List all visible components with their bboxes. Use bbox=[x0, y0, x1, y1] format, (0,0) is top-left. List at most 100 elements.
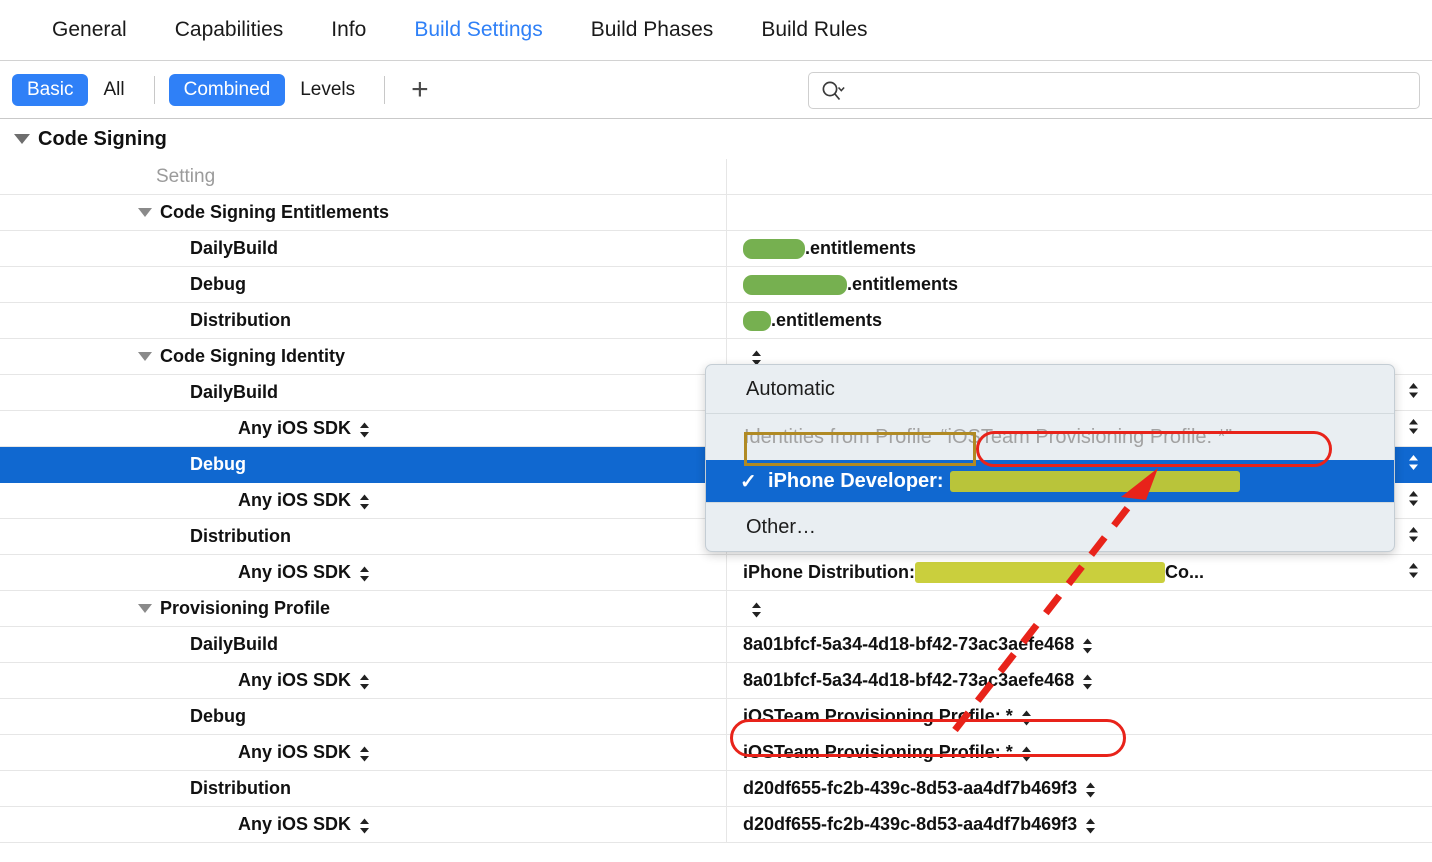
setting-value-cell[interactable]: d20df655-fc2b-439c-8d53-aa4df7b469f3 bbox=[727, 807, 1432, 842]
setting-value-cell[interactable]: .entitlements bbox=[727, 231, 1432, 266]
redacted-value bbox=[915, 562, 1165, 583]
setting-name-label: Any iOS SDK bbox=[238, 418, 351, 439]
sdk-stepper-icon[interactable] bbox=[358, 745, 371, 763]
setting-value-cell[interactable] bbox=[727, 591, 1432, 626]
setting-value-suffix: .entitlements bbox=[805, 238, 916, 259]
disclosure-triangle-icon[interactable] bbox=[138, 352, 152, 361]
disclosure-triangle-icon[interactable] bbox=[138, 604, 152, 613]
table-row[interactable]: Any iOS SDK8a01bfcf-5a34-4d18-bf42-73ac3… bbox=[0, 663, 1432, 699]
setting-value-cell[interactable]: d20df655-fc2b-439c-8d53-aa4df7b469f3 bbox=[727, 771, 1432, 806]
search-icon bbox=[821, 80, 847, 102]
setting-name-cell: Any iOS SDK bbox=[0, 735, 727, 770]
table-row[interactable]: DailyBuild.entitlements bbox=[0, 231, 1432, 267]
value-stepper-icon[interactable] bbox=[1084, 781, 1097, 799]
value-stepper-icon[interactable] bbox=[1407, 417, 1420, 440]
setting-name-cell: Code Signing Entitlements bbox=[0, 195, 727, 230]
setting-value-cell[interactable]: .entitlements bbox=[727, 267, 1432, 302]
setting-name-label: Any iOS SDK bbox=[238, 562, 351, 583]
annotation-ellipse-provisioning-profile-row bbox=[730, 719, 1126, 757]
setting-value-suffix: Co... bbox=[1165, 562, 1204, 583]
redacted-value bbox=[743, 311, 771, 331]
setting-name-label: Code Signing Entitlements bbox=[160, 202, 389, 223]
table-row[interactable]: DailyBuild 8a01bfcf-5a34-4d18-bf42-73ac3a… bbox=[0, 627, 1432, 663]
table-row[interactable]: Provisioning Profile bbox=[0, 591, 1432, 627]
setting-name-label: Any iOS SDK bbox=[238, 490, 351, 511]
table-row[interactable]: Any iOS SDK iPhone Distribution: Co... bbox=[0, 555, 1432, 591]
setting-value-suffix: .entitlements bbox=[771, 310, 882, 331]
menu-item-other[interactable]: Other… bbox=[706, 503, 1394, 551]
setting-value-cell[interactable] bbox=[727, 195, 1432, 230]
project-editor-tab-bar: General Capabilities Info Build Settings… bbox=[0, 0, 1432, 61]
add-setting-button[interactable]: + bbox=[399, 75, 441, 105]
setting-name-cell: Any iOS SDK bbox=[0, 483, 727, 518]
sdk-stepper-icon[interactable] bbox=[358, 817, 371, 835]
value-stepper-icon[interactable] bbox=[1407, 489, 1420, 512]
value-stepper-icon[interactable] bbox=[1081, 637, 1094, 655]
value-stepper-icon[interactable] bbox=[750, 601, 763, 619]
section-header-code-signing[interactable]: Code Signing bbox=[0, 119, 1432, 159]
filter-all-button[interactable]: All bbox=[88, 74, 139, 106]
setting-value-prefix: iPhone Distribution: bbox=[743, 562, 915, 583]
filter-levels-button[interactable]: Levels bbox=[285, 74, 370, 106]
value-stepper-icon[interactable] bbox=[1084, 817, 1097, 835]
value-stepper-icon[interactable] bbox=[1407, 561, 1420, 584]
sdk-stepper-icon[interactable] bbox=[358, 565, 371, 583]
setting-name-cell: Debug bbox=[0, 699, 727, 734]
tab-build-rules[interactable]: Build Rules bbox=[761, 18, 867, 42]
sdk-stepper-icon[interactable] bbox=[358, 493, 371, 511]
table-row[interactable]: Debug .entitlements bbox=[0, 267, 1432, 303]
annotation-ellipse-profile-name bbox=[976, 431, 1332, 467]
tab-build-phases[interactable]: Build Phases bbox=[591, 18, 714, 42]
table-row[interactable]: DebugiOSTeam Provisioning Profile: * bbox=[0, 699, 1432, 735]
value-stepper-icon[interactable] bbox=[1081, 673, 1094, 691]
tab-build-settings[interactable]: Build Settings bbox=[414, 18, 542, 42]
tab-capabilities[interactable]: Capabilities bbox=[175, 18, 284, 42]
setting-name-cell: Debug bbox=[0, 447, 727, 482]
setting-name-label: Debug bbox=[190, 274, 246, 295]
value-stepper-icon[interactable] bbox=[1407, 381, 1420, 404]
redacted-developer-name bbox=[950, 471, 1240, 492]
setting-name-label: Any iOS SDK bbox=[238, 814, 351, 835]
setting-name-cell: Any iOS SDK bbox=[0, 555, 727, 590]
tab-info[interactable]: Info bbox=[331, 18, 366, 42]
sdk-stepper-icon[interactable] bbox=[358, 421, 371, 439]
table-row[interactable]: Any iOS SDKiOSTeam Provisioning Profile:… bbox=[0, 735, 1432, 771]
column-header-setting: Setting bbox=[0, 159, 727, 194]
disclosure-triangle-icon[interactable] bbox=[14, 134, 30, 144]
setting-name-label: Debug bbox=[190, 454, 246, 475]
sdk-stepper-icon[interactable] bbox=[358, 673, 371, 691]
setting-value-label: d20df655-fc2b-439c-8d53-aa4df7b469f3 bbox=[743, 778, 1077, 799]
search-input[interactable] bbox=[847, 80, 1419, 101]
table-header-row: Setting bbox=[0, 159, 1432, 195]
search-field[interactable] bbox=[808, 72, 1420, 109]
setting-value-cell[interactable]: .entitlements bbox=[727, 303, 1432, 338]
checkmark-icon: ✓ bbox=[740, 469, 757, 494]
setting-value-cell[interactable]: 8a01bfcf-5a34-4d18-bf42-73ac3aefe468 bbox=[727, 663, 1432, 698]
setting-value-cell[interactable]: 8a01bfcf-5a34-4d18-bf42-73ac3aefe468 bbox=[727, 627, 1432, 662]
redacted-value bbox=[743, 275, 847, 295]
setting-value-label: d20df655-fc2b-439c-8d53-aa4df7b469f3 bbox=[743, 814, 1077, 835]
tab-general[interactable]: General bbox=[52, 18, 127, 42]
setting-name-cell: Code Signing Identity bbox=[0, 339, 727, 374]
table-row[interactable]: Any iOS SDK d20df655-fc2b-439c-8d53-aa4df… bbox=[0, 807, 1432, 843]
setting-value-label: 8a01bfcf-5a34-4d18-bf42-73ac3aefe468 bbox=[743, 634, 1074, 655]
setting-value-suffix: .entitlements bbox=[847, 274, 958, 295]
filter-combined-button[interactable]: Combined bbox=[169, 74, 286, 106]
setting-value-label: 8a01bfcf-5a34-4d18-bf42-73ac3aefe468 bbox=[743, 670, 1074, 691]
table-row[interactable]: Code Signing Entitlements bbox=[0, 195, 1432, 231]
value-stepper-icon[interactable] bbox=[1407, 525, 1420, 548]
setting-name-cell: DailyBuild bbox=[0, 627, 727, 662]
filter-basic-button[interactable]: Basic bbox=[12, 74, 88, 106]
setting-name-cell: DailyBuild bbox=[0, 375, 727, 410]
menu-item-automatic[interactable]: Automatic bbox=[706, 365, 1394, 413]
setting-name-cell: Provisioning Profile bbox=[0, 591, 727, 626]
table-row[interactable]: Distribution.entitlements bbox=[0, 303, 1432, 339]
setting-name-label: Any iOS SDK bbox=[238, 742, 351, 763]
toolbar-divider-1 bbox=[154, 76, 155, 104]
table-row[interactable]: Distributiond20df655-fc2b-439c-8d53-aa4d… bbox=[0, 771, 1432, 807]
setting-value-cell[interactable]: iPhone Distribution: Co... bbox=[727, 555, 1432, 590]
disclosure-triangle-icon[interactable] bbox=[138, 208, 152, 217]
value-stepper-icon[interactable] bbox=[1407, 453, 1420, 476]
setting-name-label: DailyBuild bbox=[190, 382, 278, 403]
setting-name-label: Code Signing Identity bbox=[160, 346, 345, 367]
